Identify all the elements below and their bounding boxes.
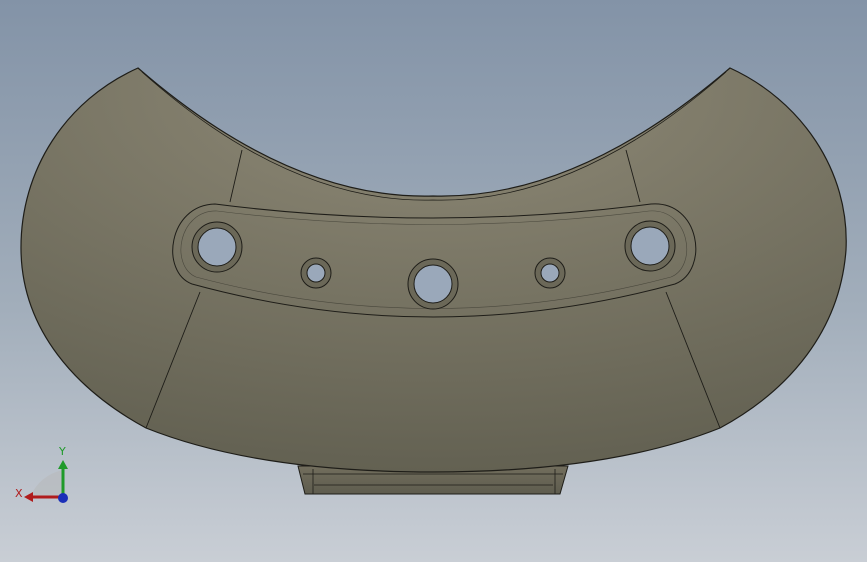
hole-small-left[interactable] — [300, 257, 332, 289]
triad-plane-icon — [30, 470, 63, 497]
cad-graphics-viewport[interactable]: X Y — [0, 0, 867, 562]
hole-small-right[interactable] — [534, 257, 566, 289]
triad-x-label: X — [15, 487, 23, 500]
coordinate-triad: X Y — [15, 445, 68, 503]
triad-z-axis-icon — [58, 493, 68, 503]
triad-x-arrow-icon — [24, 492, 33, 502]
triad-y-label: Y — [58, 445, 66, 458]
hole-large-right[interactable] — [624, 220, 676, 272]
part-model-canvas[interactable]: X Y — [0, 0, 867, 562]
hole-center[interactable] — [407, 258, 459, 310]
hole-large-left[interactable] — [191, 221, 243, 273]
triad-y-arrow-icon — [58, 460, 68, 469]
